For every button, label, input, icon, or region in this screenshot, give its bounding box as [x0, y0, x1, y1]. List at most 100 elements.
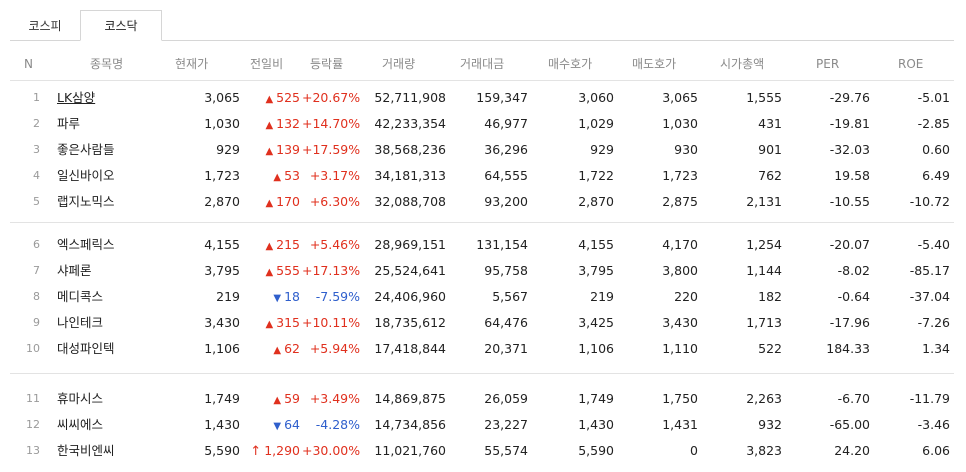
change-rate: -7.59%: [315, 289, 360, 304]
roe-value: -37.04: [909, 289, 950, 304]
price-change: ▲ 62: [240, 336, 300, 362]
change-rate: +30.00%: [302, 443, 361, 458]
stock-name[interactable]: 나인테크: [57, 310, 103, 336]
stock-name[interactable]: 한국비엔씨: [57, 438, 115, 464]
stock-name[interactable]: 일신바이오: [57, 163, 115, 189]
current-price: 1,030: [204, 116, 240, 131]
col-header-bid[interactable]: 매수호가: [548, 48, 592, 80]
col-header-volume[interactable]: 거래량: [382, 48, 415, 80]
change-amount: 215: [276, 237, 300, 252]
per-value: -65.00: [829, 417, 870, 432]
ask-price: 1,750: [662, 391, 698, 406]
price-change: ▲ 525: [240, 85, 300, 111]
group-divider: [10, 373, 954, 374]
per-value: -29.76: [829, 90, 870, 105]
up-triangle-icon: ▲: [273, 345, 282, 356]
row-number: 1: [33, 91, 40, 104]
row-number: 11: [26, 392, 40, 405]
row-number: 8: [33, 290, 40, 303]
stock-name[interactable]: 메디콕스: [57, 284, 103, 310]
current-price: 1,749: [204, 391, 240, 406]
stock-name[interactable]: 휴마시스: [57, 386, 103, 412]
change-amount: 139: [276, 142, 300, 157]
change-rate: +20.67%: [302, 90, 361, 105]
market-tabs: 코스피 코스닥: [10, 10, 954, 41]
per-value: -8.02: [837, 263, 870, 278]
stock-name[interactable]: 샤페론: [57, 258, 92, 284]
trade-amount: 26,059: [484, 391, 528, 406]
row-number: 2: [33, 117, 40, 130]
price-change: ↑ 1,290: [240, 438, 300, 464]
current-price: 929: [216, 142, 240, 157]
bid-price: 1,430: [578, 417, 614, 432]
trade-volume: 14,869,875: [374, 391, 446, 406]
market-cap: 1,713: [746, 315, 782, 330]
col-header-rate[interactable]: 등락률: [310, 48, 343, 80]
market-cap: 1,555: [746, 90, 782, 105]
change-amount: 132: [276, 116, 300, 131]
stock-name[interactable]: LK삼양: [57, 85, 95, 111]
up-triangle-icon: ▲: [265, 319, 274, 330]
market-cap: 901: [758, 142, 782, 157]
bid-price: 1,749: [578, 391, 614, 406]
current-price: 1,106: [204, 341, 240, 356]
per-value: 24.20: [834, 443, 870, 458]
col-header-change[interactable]: 전일비: [250, 48, 283, 80]
up-triangle-icon: ▲: [265, 146, 274, 157]
col-header-price[interactable]: 현재가: [175, 48, 208, 80]
stock-name[interactable]: 좋은사람들: [57, 137, 115, 163]
col-header-cap[interactable]: 시가총액: [720, 48, 764, 80]
row-number: 12: [26, 418, 40, 431]
price-change: ▼ 18: [240, 284, 300, 310]
change-amount: 59: [284, 391, 300, 406]
market-cap: 1,144: [746, 263, 782, 278]
stock-name[interactable]: 대성파인텍: [57, 336, 115, 362]
stock-name[interactable]: 파루: [57, 111, 80, 137]
bid-price: 1,722: [578, 168, 614, 183]
price-change: ▲ 53: [240, 163, 300, 189]
tab-kosdaq[interactable]: 코스닥: [80, 10, 162, 41]
change-rate: +6.30%: [309, 194, 360, 209]
bid-price: 929: [590, 142, 614, 157]
col-header-amount[interactable]: 거래대금: [460, 48, 504, 80]
price-change: ▲ 555: [240, 258, 300, 284]
row-number: 4: [33, 169, 40, 182]
market-cap: 431: [758, 116, 782, 131]
change-rate: +10.11%: [302, 315, 361, 330]
current-price: 219: [216, 289, 240, 304]
bid-price: 3,795: [578, 263, 614, 278]
table-row: 10 대성파인텍 1,106 ▲ 62 +5.94% 17,418,844 20,371 1,1…: [10, 336, 954, 362]
down-triangle-icon: ▼: [273, 421, 282, 432]
up-triangle-icon: ▲: [265, 120, 274, 131]
change-amount: 18: [284, 289, 300, 304]
col-header-name[interactable]: 종목명: [90, 48, 123, 80]
stock-name[interactable]: 엑스페릭스: [57, 232, 115, 258]
up-triangle-icon: ▲: [273, 172, 282, 183]
bid-price: 4,155: [578, 237, 614, 252]
roe-value: 6.49: [922, 168, 950, 183]
col-header-per[interactable]: PER: [816, 48, 839, 80]
table-row: 6 엑스페릭스 4,155 ▲ 215 +5.46% 28,969,151 131,154 4,…: [10, 232, 954, 258]
row-number: 10: [26, 342, 40, 355]
col-header-roe[interactable]: ROE: [898, 48, 923, 80]
col-header-ask[interactable]: 매도호가: [632, 48, 676, 80]
stock-name[interactable]: 랩지노믹스: [57, 189, 115, 215]
per-value: -19.81: [829, 116, 870, 131]
bid-price: 219: [590, 289, 614, 304]
up-triangle-icon: ▲: [273, 395, 282, 406]
per-value: 19.58: [834, 168, 870, 183]
change-rate: +17.59%: [302, 142, 361, 157]
per-value: -0.64: [837, 289, 870, 304]
roe-value: -3.46: [917, 417, 950, 432]
trade-amount: 131,154: [476, 237, 528, 252]
market-cap: 2,263: [746, 391, 782, 406]
ask-price: 1,110: [662, 341, 698, 356]
bid-price: 3,425: [578, 315, 614, 330]
trade-amount: 95,758: [484, 263, 528, 278]
ask-price: 0: [690, 443, 698, 458]
bid-price: 2,870: [578, 194, 614, 209]
tab-kospi[interactable]: 코스피: [10, 10, 80, 40]
stock-name[interactable]: 씨씨에스: [57, 412, 103, 438]
price-change: ▲ 139: [240, 137, 300, 163]
price-change: ▼ 64: [240, 412, 300, 438]
